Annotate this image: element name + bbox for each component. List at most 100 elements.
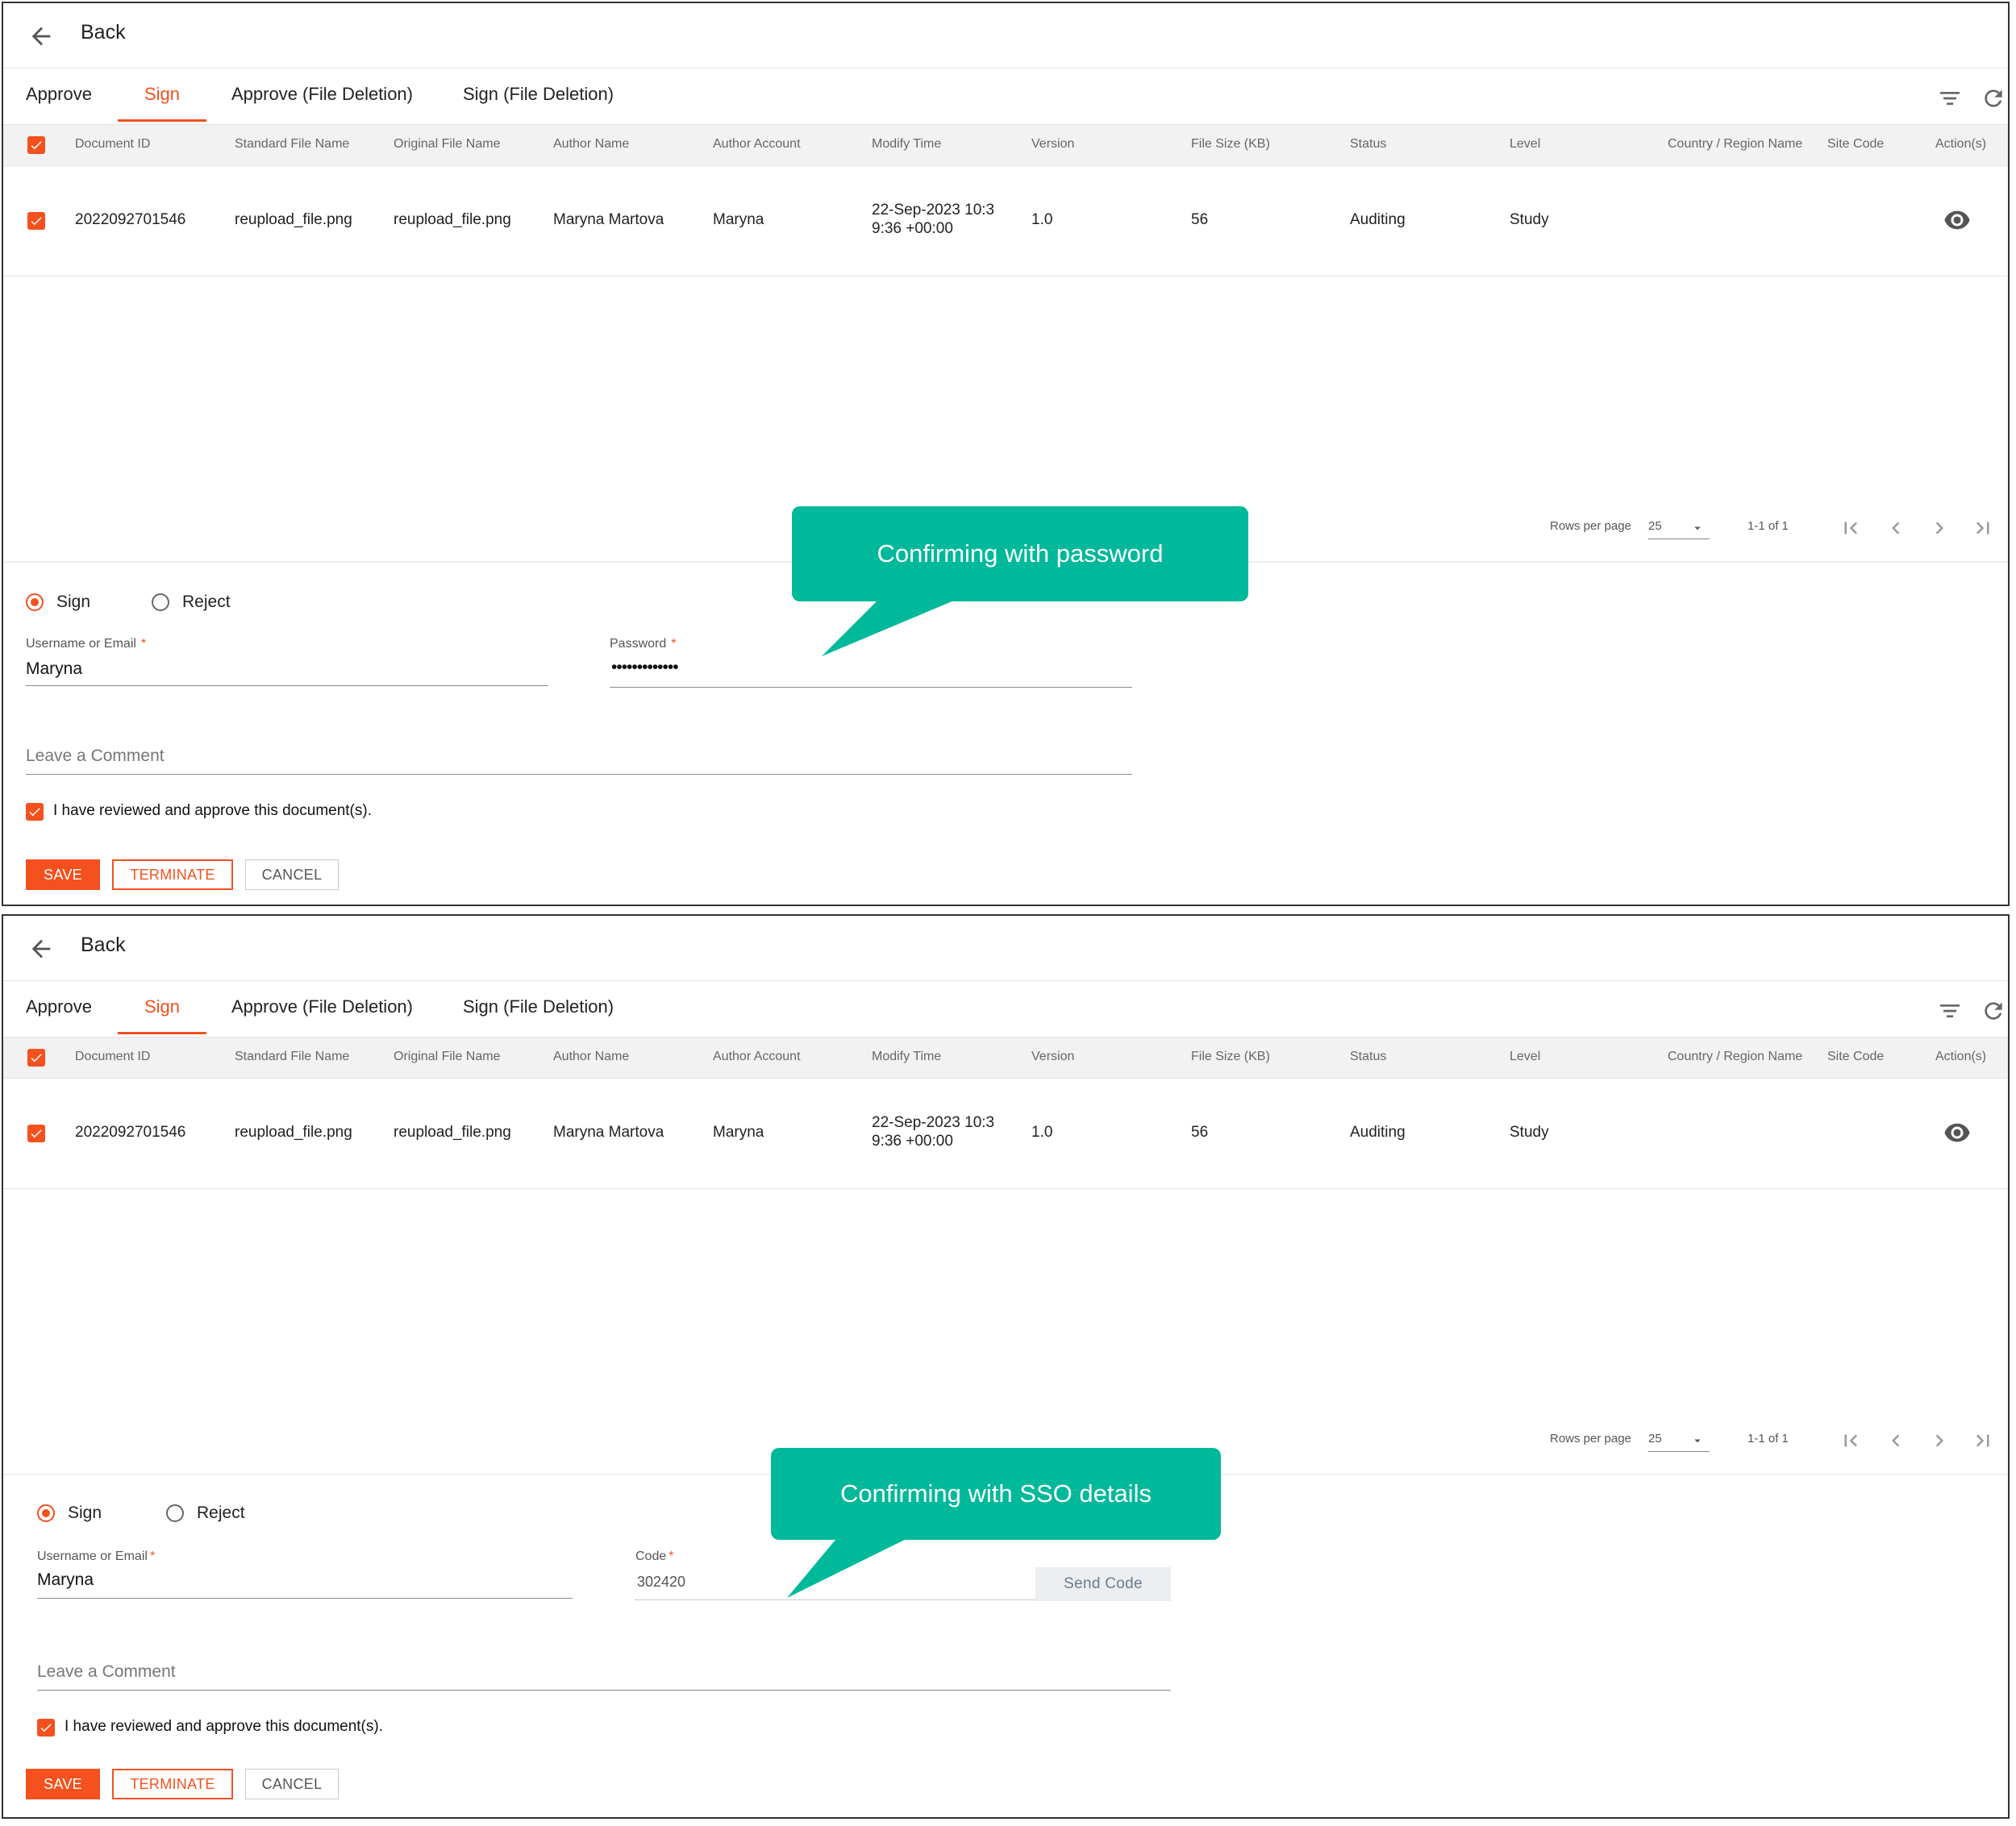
- next-page-icon[interactable]: [1927, 1429, 1951, 1453]
- col-country-region[interactable]: Country / Region Name: [1668, 137, 1802, 152]
- username-input[interactable]: Maryna: [26, 659, 82, 679]
- cell-modify-time-line2: 9:36 +00:00: [872, 220, 953, 237]
- sign-screen-password: Back Approve Sign Approve (File Deletion…: [2, 2, 2010, 906]
- cell-original-file-name: reupload_file.png: [394, 211, 511, 228]
- cell-author-name: Maryna Martova: [553, 1124, 664, 1141]
- code-input[interactable]: 302420: [637, 1574, 685, 1591]
- back-bar: Back: [3, 3, 2008, 69]
- rows-per-page-label: Rows per page: [1550, 1432, 1631, 1445]
- terminate-button[interactable]: TERMINATE: [112, 859, 233, 890]
- col-site-code[interactable]: Site Code: [1827, 137, 1884, 152]
- col-version[interactable]: Version: [1031, 137, 1074, 152]
- next-page-icon[interactable]: [1927, 516, 1951, 540]
- comment-input[interactable]: Leave a Comment: [26, 747, 165, 766]
- cell-status: Auditing: [1350, 211, 1406, 228]
- save-button[interactable]: SAVE: [26, 1769, 100, 1799]
- table-row[interactable]: 2022092701546 reupload_file.png reupload…: [3, 1077, 2008, 1189]
- password-input[interactable]: •••••••••••••: [611, 658, 679, 677]
- select-all-checkbox[interactable]: [27, 136, 45, 154]
- col-document-id[interactable]: Document ID: [75, 1050, 150, 1064]
- col-standard-file-name[interactable]: Standard File Name: [235, 1050, 349, 1064]
- tab-sign-file-deletion[interactable]: Sign (File Deletion): [463, 84, 614, 105]
- tab-bar: Approve Sign Approve (File Deletion) Sig…: [3, 68, 2008, 123]
- col-version[interactable]: Version: [1031, 1050, 1074, 1064]
- row-checkbox[interactable]: [27, 1125, 45, 1142]
- col-level[interactable]: Level: [1510, 137, 1540, 152]
- dropdown-caret-icon[interactable]: [1690, 521, 1705, 535]
- sign-radio[interactable]: [37, 1504, 55, 1522]
- back-link[interactable]: Back: [81, 934, 126, 957]
- table-row[interactable]: 2022092701546 reupload_file.png reupload…: [3, 164, 2008, 277]
- send-code-button[interactable]: Send Code: [1035, 1567, 1171, 1601]
- last-page-icon[interactable]: [1971, 516, 1995, 540]
- sign-radio[interactable]: [26, 593, 44, 611]
- col-author-name[interactable]: Author Name: [553, 137, 629, 152]
- tab-sign[interactable]: Sign: [144, 84, 180, 105]
- prev-page-icon[interactable]: [1884, 516, 1908, 540]
- col-modify-time[interactable]: Modify Time: [872, 1050, 941, 1064]
- rows-per-page-value[interactable]: 25: [1648, 1432, 1662, 1445]
- cancel-button[interactable]: CANCEL: [245, 859, 339, 890]
- col-standard-file-name[interactable]: Standard File Name: [235, 137, 349, 152]
- col-level[interactable]: Level: [1510, 1050, 1540, 1064]
- col-author-name[interactable]: Author Name: [553, 1050, 629, 1064]
- row-checkbox[interactable]: [27, 212, 45, 230]
- first-page-icon[interactable]: [1839, 516, 1863, 540]
- tab-approve[interactable]: Approve: [26, 996, 92, 1017]
- approve-checkbox[interactable]: [26, 803, 44, 821]
- col-author-account[interactable]: Author Account: [713, 137, 801, 152]
- col-status[interactable]: Status: [1350, 137, 1386, 152]
- username-input[interactable]: Maryna: [37, 1570, 94, 1590]
- callout-password: Confirming with password: [792, 506, 1248, 601]
- save-button[interactable]: SAVE: [26, 859, 100, 890]
- tab-approve-file-deletion[interactable]: Approve (File Deletion): [231, 84, 413, 105]
- col-document-id[interactable]: Document ID: [75, 137, 150, 152]
- tab-sign[interactable]: Sign: [144, 996, 180, 1017]
- refresh-icon[interactable]: [1981, 998, 2006, 1024]
- col-file-size[interactable]: File Size (KB): [1191, 1050, 1270, 1064]
- arrow-left-icon[interactable]: [27, 23, 55, 50]
- tab-approve[interactable]: Approve: [26, 84, 92, 105]
- cancel-button[interactable]: CANCEL: [245, 1769, 339, 1799]
- rows-per-page-value[interactable]: 25: [1648, 519, 1662, 533]
- prev-page-icon[interactable]: [1884, 1429, 1908, 1453]
- col-original-file-name[interactable]: Original File Name: [394, 1050, 500, 1064]
- col-site-code[interactable]: Site Code: [1827, 1050, 1884, 1064]
- filter-icon[interactable]: [1937, 998, 1963, 1024]
- reject-radio[interactable]: [152, 593, 169, 611]
- comment-input[interactable]: Leave a Comment: [37, 1662, 176, 1682]
- col-modify-time[interactable]: Modify Time: [872, 137, 941, 152]
- tab-bar: Approve Sign Approve (File Deletion) Sig…: [3, 980, 2008, 1035]
- cell-modify-time-line1: 22-Sep-2023 10:3: [872, 1114, 995, 1131]
- select-all-checkbox[interactable]: [27, 1049, 45, 1067]
- eye-icon[interactable]: [1943, 210, 1971, 231]
- cell-author-account: Maryna: [713, 1124, 764, 1141]
- filter-icon[interactable]: [1937, 85, 1963, 111]
- tab-approve-file-deletion[interactable]: Approve (File Deletion): [231, 996, 413, 1017]
- cell-file-size: 56: [1191, 1124, 1209, 1141]
- back-bar: Back: [3, 916, 2008, 981]
- col-author-account[interactable]: Author Account: [713, 1050, 801, 1064]
- col-country-region[interactable]: Country / Region Name: [1668, 1050, 1802, 1064]
- approve-checkbox-label: I have reviewed and approve this documen…: [53, 802, 372, 819]
- tab-sign-file-deletion[interactable]: Sign (File Deletion): [463, 996, 614, 1017]
- cell-author-account: Maryna: [713, 211, 764, 228]
- dropdown-caret-icon[interactable]: [1690, 1433, 1705, 1448]
- sign-radio-label: Sign: [68, 1504, 102, 1522]
- first-page-icon[interactable]: [1839, 1429, 1863, 1453]
- col-original-file-name[interactable]: Original File Name: [394, 137, 500, 152]
- arrow-left-icon[interactable]: [27, 935, 55, 963]
- eye-icon[interactable]: [1943, 1122, 1971, 1143]
- col-file-size[interactable]: File Size (KB): [1191, 137, 1270, 152]
- reject-radio[interactable]: [166, 1504, 184, 1522]
- approve-checkbox[interactable]: [37, 1719, 55, 1737]
- back-link[interactable]: Back: [81, 21, 126, 44]
- cell-document-id: 2022092701546: [75, 211, 186, 228]
- refresh-icon[interactable]: [1981, 85, 2006, 111]
- active-tab-indicator: [118, 1032, 206, 1034]
- required-mark: *: [671, 637, 677, 651]
- last-page-icon[interactable]: [1971, 1429, 1995, 1453]
- col-status[interactable]: Status: [1350, 1050, 1386, 1064]
- terminate-button[interactable]: TERMINATE: [112, 1769, 233, 1799]
- sign-screen-sso: Back Approve Sign Approve (File Deletion…: [2, 914, 2010, 1819]
